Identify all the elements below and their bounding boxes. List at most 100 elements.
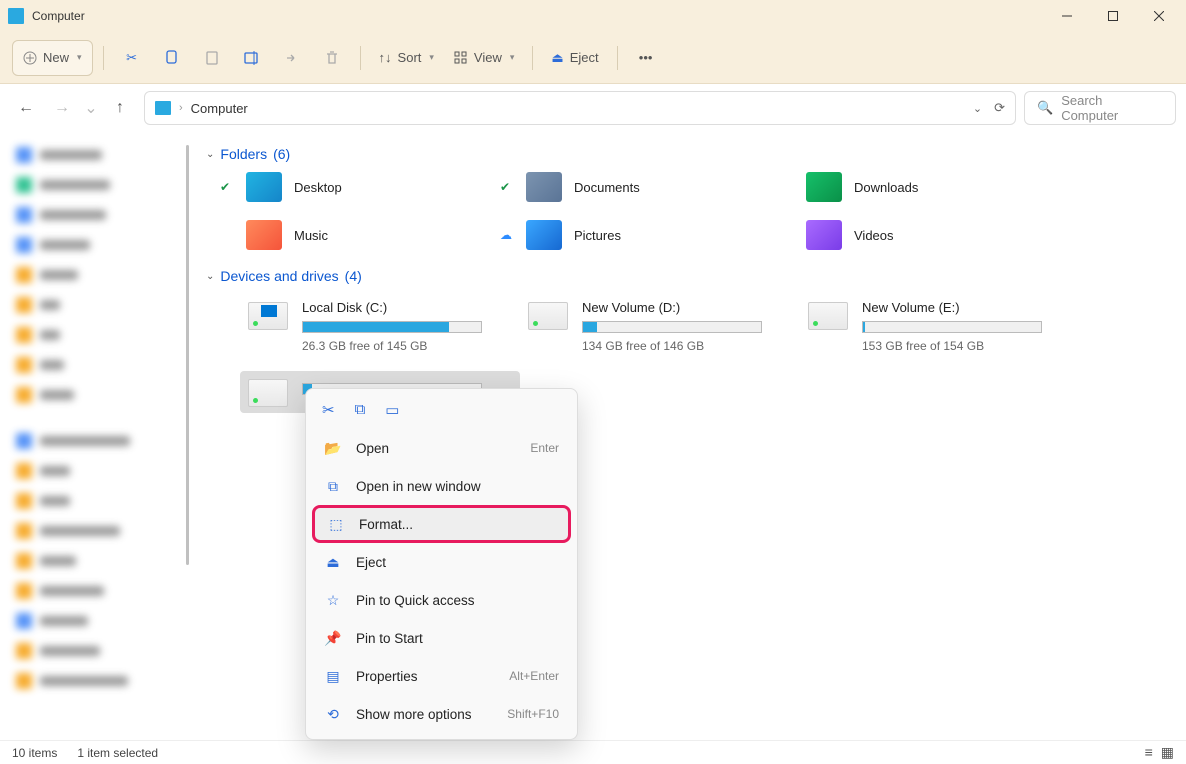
folder-label: Pictures xyxy=(574,228,621,243)
chevron-down-icon: ▾ xyxy=(510,52,515,63)
separator xyxy=(360,46,361,70)
selection-count: 1 item selected xyxy=(77,746,158,760)
details-view-button[interactable]: ≡ xyxy=(1145,744,1153,761)
up-button[interactable]: ↑ xyxy=(104,92,136,124)
eject-button[interactable]: ⏏ Eject xyxy=(543,40,606,76)
address-bar[interactable]: › Computer ⌄ ⟳ xyxy=(144,91,1016,125)
folder-item[interactable]: ✔ Desktop xyxy=(220,172,500,202)
scissors-icon: ✂ xyxy=(126,50,137,66)
sort-label: Sort xyxy=(398,50,422,65)
menu-item-shortcut: Alt+Enter xyxy=(509,669,559,683)
context-menu: ✂ ⧉ ▭ 📂 Open Enter⧉ Open in new window ⬚… xyxy=(305,388,578,740)
monitor-icon xyxy=(155,101,171,115)
context-menu-item[interactable]: ⏏ Eject xyxy=(312,543,571,581)
cut-button[interactable]: ✂ xyxy=(114,40,150,76)
search-icon: 🔍 xyxy=(1037,100,1053,116)
tiles-view-button[interactable]: ▦ xyxy=(1161,744,1174,761)
context-menu-item[interactable]: 📂 Open Enter xyxy=(312,429,571,467)
drives-section-header[interactable]: ⌄ Devices and drives (4) xyxy=(206,268,1174,284)
separator xyxy=(617,46,618,70)
trash-icon xyxy=(324,50,340,66)
drive-item[interactable]: New Volume (E:) 153 GB free of 154 GB xyxy=(800,294,1080,359)
menu-item-shortcut: Shift+F10 xyxy=(507,707,559,721)
folder-item[interactable]: Videos xyxy=(780,220,1060,250)
sync-badge-icon: ☁ xyxy=(500,228,514,242)
menu-item-label: Pin to Quick access xyxy=(356,593,475,608)
context-menu-item[interactable]: 📌 Pin to Start xyxy=(312,619,571,657)
menu-item-label: Show more options xyxy=(356,707,472,722)
separator xyxy=(532,46,533,70)
share-button[interactable] xyxy=(274,40,310,76)
toolbar: New ▾ ✂ ↑↓ Sort ▾ View ▾ ⏏ Eject ••• xyxy=(0,32,1186,84)
drive-item[interactable]: New Volume (D:) 134 GB free of 146 GB xyxy=(520,294,800,359)
new-button[interactable]: New ▾ xyxy=(12,40,93,76)
folders-count: (6) xyxy=(273,146,290,162)
separator xyxy=(103,46,104,70)
storage-bar xyxy=(582,321,762,333)
context-menu-item[interactable]: ▤ Properties Alt+Enter xyxy=(312,657,571,695)
clipboard-icon xyxy=(204,50,220,66)
share-icon xyxy=(284,50,300,66)
maximize-button[interactable] xyxy=(1090,0,1136,32)
rename-button[interactable] xyxy=(234,40,270,76)
copy-icon xyxy=(164,50,180,66)
back-button[interactable]: ← xyxy=(10,92,42,124)
eject-icon: ⏏ xyxy=(551,50,563,66)
folder-item[interactable]: Downloads xyxy=(780,172,1060,202)
menu-item-label: Pin to Start xyxy=(356,631,423,646)
view-button[interactable]: View ▾ xyxy=(446,40,522,76)
cut-icon[interactable]: ✂ xyxy=(322,401,335,419)
folder-item[interactable]: ✔ Documents xyxy=(500,172,780,202)
folders-section-header[interactable]: ⌄ Folders (6) xyxy=(206,146,1174,162)
menu-item-label: Open in new window xyxy=(356,479,481,494)
folder-label: Videos xyxy=(854,228,894,243)
new-label: New xyxy=(43,50,69,65)
context-menu-item[interactable]: ⟲ Show more options Shift+F10 xyxy=(312,695,571,733)
context-menu-item[interactable]: ⧉ Open in new window xyxy=(312,467,571,505)
folder-label: Music xyxy=(294,228,328,243)
context-menu-item[interactable]: ⬚ Format... xyxy=(312,505,571,543)
drives-label: Devices and drives xyxy=(220,268,338,284)
folder-item[interactable]: Music xyxy=(220,220,500,250)
pin-icon: 📌 xyxy=(324,630,342,647)
breadcrumb-segment[interactable]: Computer xyxy=(191,101,248,116)
more-icon: ⟲ xyxy=(324,706,342,723)
eject-label: Eject xyxy=(570,50,599,65)
drive-icon xyxy=(248,302,288,330)
chevron-right-icon: › xyxy=(179,102,183,114)
rename-icon[interactable]: ▭ xyxy=(385,401,399,419)
chevron-down-icon[interactable]: ⌄ xyxy=(973,102,982,115)
drive-name: New Volume (D:) xyxy=(582,300,762,315)
folder-item[interactable]: ☁ Pictures xyxy=(500,220,780,250)
copy-icon[interactable]: ⧉ xyxy=(355,401,366,419)
item-count: 10 items xyxy=(12,746,57,760)
chevron-down-icon: ▾ xyxy=(429,52,434,63)
drive-free-text: 153 GB free of 154 GB xyxy=(862,339,1042,353)
refresh-button[interactable]: ⟳ xyxy=(994,100,1005,116)
folder-label: Downloads xyxy=(854,180,918,195)
drive-icon xyxy=(248,379,288,407)
paste-button[interactable] xyxy=(194,40,230,76)
menu-item-label: Format... xyxy=(359,517,413,532)
minimize-button[interactable] xyxy=(1044,0,1090,32)
sort-button[interactable]: ↑↓ Sort ▾ xyxy=(371,40,442,76)
sync-badge-icon: ✔ xyxy=(500,180,514,194)
copy-button[interactable] xyxy=(154,40,190,76)
drive-name: New Volume (E:) xyxy=(862,300,1042,315)
storage-bar xyxy=(862,321,1042,333)
ellipsis-icon: ••• xyxy=(639,50,653,65)
search-input[interactable]: 🔍 Search Computer xyxy=(1024,91,1176,125)
forward-button[interactable]: → xyxy=(46,92,78,124)
eject-icon: ⏏ xyxy=(324,554,342,571)
folder-label: Documents xyxy=(574,180,640,195)
recent-locations-button[interactable]: ⌄ xyxy=(82,92,100,124)
context-menu-item[interactable]: ☆ Pin to Quick access xyxy=(312,581,571,619)
delete-button[interactable] xyxy=(314,40,350,76)
props-icon: ▤ xyxy=(324,668,342,685)
more-button[interactable]: ••• xyxy=(628,40,664,76)
folder-icon xyxy=(526,172,562,202)
drive-item[interactable]: Local Disk (C:) 26.3 GB free of 145 GB xyxy=(240,294,520,359)
drives-count: (4) xyxy=(345,268,362,284)
sync-badge-icon: ✔ xyxy=(220,180,234,194)
close-button[interactable] xyxy=(1136,0,1182,32)
